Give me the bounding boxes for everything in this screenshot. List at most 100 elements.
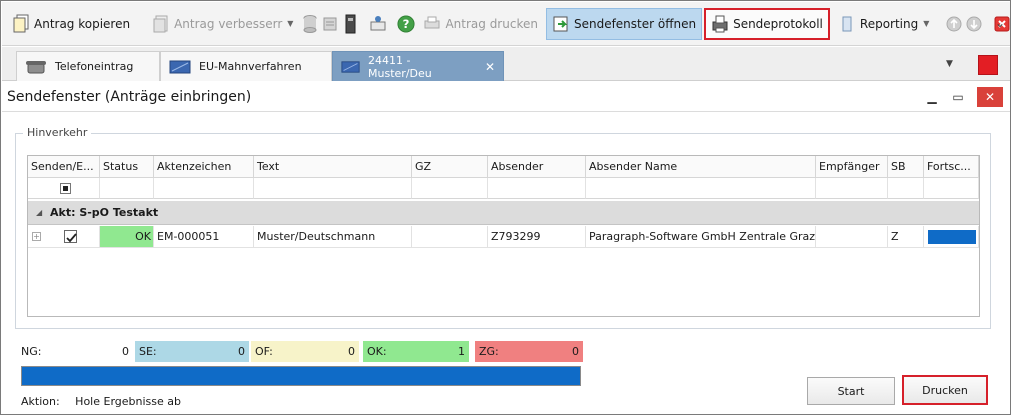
filter-cell[interactable] [100, 178, 154, 199]
filter-cell[interactable] [28, 178, 100, 199]
tab-eu-mahnverfahren[interactable]: EU-Mahnverfahren [160, 51, 332, 81]
summary-ng-value: 0 [122, 345, 129, 358]
drucken-button[interactable]: Drucken [902, 375, 988, 405]
telephone-icon [26, 60, 46, 73]
arrow-down-circle-icon[interactable] [965, 14, 983, 34]
collapse-triangle-icon[interactable]: ◢ [36, 208, 42, 217]
summary-of: OF: 0 [251, 341, 359, 362]
help-icon[interactable]: ? [397, 14, 416, 34]
tab-telefoneintrag[interactable]: Telefoneintrag [16, 51, 160, 81]
antrag-verbessern-label: Antrag verbesserr [174, 16, 283, 31]
report-icon [842, 16, 852, 31]
column-header-fortschritt[interactable]: Fortsc... [924, 156, 979, 178]
row-checkbox[interactable] [64, 230, 77, 243]
summary-ok: OK: 1 [363, 341, 469, 362]
printer-icon [424, 16, 440, 28]
summary-ok-value: 1 [458, 345, 465, 358]
printer-protocol-icon [712, 15, 728, 32]
summary-zg: ZG: 0 [475, 341, 583, 362]
column-header-absender-name[interactable]: Absender Name [586, 156, 816, 178]
filter-cell[interactable] [816, 178, 888, 199]
filter-cell[interactable] [924, 178, 979, 199]
svg-text:?: ? [403, 17, 410, 31]
table-row-cell-text: Muster/Deutschmann [254, 226, 412, 248]
user-print-icon[interactable] [369, 14, 387, 34]
document-edit-icon [153, 15, 168, 32]
tab-label: 24411 - Muster/Deu [368, 53, 432, 80]
tab-24411-muster[interactable]: 24411 - Muster/Deu ✕ [332, 51, 504, 81]
start-button[interactable]: Start [807, 377, 895, 405]
summary-se-value: 0 [238, 345, 245, 358]
table-row-cell-senden[interactable] [28, 226, 100, 248]
filter-cell[interactable] [412, 178, 488, 199]
dropdown-caret-icon[interactable]: ▼ [923, 19, 929, 28]
table-row-cell-sb: Z [888, 226, 924, 248]
antrag-verbessern-button[interactable]: Antrag verbesserr ▼ [146, 8, 299, 40]
overall-progress-fill [22, 367, 580, 385]
dropdown-caret-icon[interactable]: ▼ [287, 19, 293, 28]
antraege-grid[interactable]: Senden/E... Status Aktenzeichen Text GZ … [27, 155, 980, 317]
eu-document-icon [169, 60, 191, 73]
group-row[interactable]: ◢ Akt: S-pO Testakt [28, 201, 979, 225]
column-header-status[interactable]: Status [100, 156, 154, 178]
summary-se: SE: 0 [135, 341, 249, 362]
column-header-gz[interactable]: GZ [412, 156, 488, 178]
sendefenster-oeffnen-label: Sendefenster öffnen [573, 16, 697, 31]
summary-ok-label: OK: [367, 345, 387, 358]
status-indicator-red [978, 55, 998, 75]
column-header-aktenzeichen[interactable]: Aktenzeichen [154, 156, 254, 178]
summary-ng-label: NG: [21, 345, 42, 358]
reporting-button[interactable]: Reporting ▼ [832, 8, 936, 40]
copy-document-icon [13, 14, 29, 32]
antrag-drucken-button[interactable]: Antrag drucken [417, 8, 544, 40]
eu-document-icon [341, 60, 360, 73]
filter-cell[interactable] [488, 178, 586, 199]
sendefenster-oeffnen-button[interactable]: Sendefenster öffnen [545, 7, 703, 40]
filter-cell[interactable] [254, 178, 412, 199]
table-row-cell-absender: Z793299 [488, 226, 586, 248]
send-window-icon [553, 16, 568, 31]
column-header-sb[interactable]: SB [888, 156, 924, 178]
document-tabbar: Telefoneintrag EU-Mahnverfahren 24411 - … [2, 47, 1010, 81]
overall-progress-bar [21, 366, 581, 386]
stack-icon[interactable] [321, 14, 339, 34]
status-value: Hole Ergebnisse ab [75, 395, 181, 408]
column-header-senden[interactable]: Senden/E... [28, 156, 100, 178]
column-header-text[interactable]: Text [254, 156, 412, 178]
application-window: Antrag kopieren Antrag verbesserr ▼ ? An… [0, 0, 1011, 415]
filter-cell[interactable] [154, 178, 254, 199]
row-progress-bar [928, 230, 976, 244]
tab-label: Telefoneintrag [55, 60, 134, 73]
close-window-icon[interactable]: ✕ [977, 87, 1003, 107]
toolbar-overflow-chevron-icon[interactable]: ⌄ [995, 16, 1005, 30]
checkmark-icon [66, 233, 77, 243]
hinverkehr-title: Hinverkehr [23, 126, 92, 139]
filter-checkbox[interactable] [60, 183, 71, 194]
antrag-kopieren-label: Antrag kopieren [34, 16, 131, 31]
table-row-cell-gz [412, 226, 488, 248]
close-tab-icon[interactable]: ✕ [485, 60, 495, 74]
summary-of-label: OF: [255, 345, 273, 358]
summary-ng: NG: 0 [17, 341, 133, 362]
maximize-icon[interactable]: ▭ [946, 87, 970, 107]
antrag-kopieren-button[interactable]: Antrag kopieren [6, 8, 136, 40]
filter-cell[interactable] [888, 178, 924, 199]
filter-cell[interactable] [586, 178, 816, 199]
summary-zg-value: 0 [572, 345, 579, 358]
sendeprotokoll-label: Sendeprotokoll [733, 16, 823, 31]
sendeprotokoll-button[interactable]: Sendeprotokoll [704, 7, 830, 40]
toolbar: Antrag kopieren Antrag verbesserr ▼ ? An… [2, 2, 1010, 46]
antrag-drucken-label: Antrag drucken [445, 16, 538, 31]
window-title: Sendefenster (Anträge einbringen) [7, 89, 252, 105]
table-row-cell-empfaenger [816, 226, 888, 248]
tab-list-dropdown-icon[interactable]: ▼ [946, 59, 953, 69]
minimize-icon[interactable]: ▁ [920, 87, 944, 107]
arrow-up-circle-icon[interactable] [945, 14, 963, 34]
column-header-empfaenger[interactable]: Empfänger [816, 156, 888, 178]
reporting-label: Reporting [859, 16, 919, 31]
database-icon[interactable] [301, 14, 319, 34]
table-row-cell-aktenzeichen: EM-000051 [154, 226, 254, 248]
server-icon[interactable] [341, 14, 359, 34]
column-header-absender[interactable]: Absender [488, 156, 586, 178]
table-row-cell-status: OK [100, 226, 154, 248]
